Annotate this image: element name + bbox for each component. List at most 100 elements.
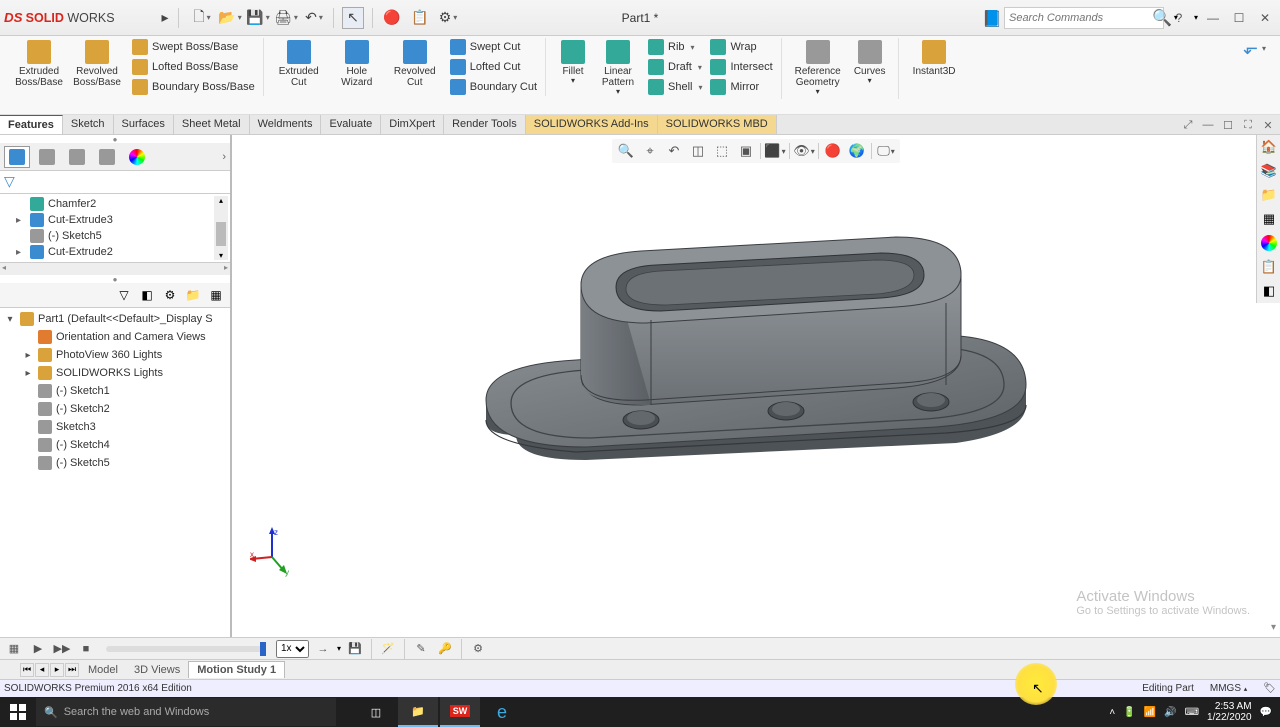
tab-nav-last[interactable]: ⏭ (65, 663, 79, 677)
tree-node[interactable]: ▸SOLIDWORKS Lights (0, 364, 230, 382)
playback-slider[interactable] (106, 646, 266, 652)
hide-show-icon[interactable]: 👁 (794, 141, 814, 161)
tab-evaluate[interactable]: Evaluate (321, 115, 381, 134)
hole-wizard-button[interactable]: Hole Wizard (328, 38, 386, 96)
tab-mbd[interactable]: SOLIDWORKS MBD (658, 115, 777, 134)
tab-model[interactable]: Model (80, 662, 126, 678)
extruded-boss-button[interactable]: Extruded Boss/Base (10, 38, 68, 96)
save-animation-icon[interactable]: 💾 (345, 640, 365, 658)
command-search[interactable]: 🔍 ▾ (1004, 7, 1164, 29)
section-view-icon[interactable]: ◫ (688, 141, 708, 161)
graphics-viewport[interactable]: 🔍 ⌖ ↶ ◫ ⬚ ▣ ⬛ 👁 🔴 🌍 🖵 🏠 📚 📁 ▦ 📋 ◧ (232, 135, 1280, 637)
tray-wifi-icon[interactable]: 📶 (1144, 707, 1156, 718)
tree-node[interactable]: ▸PhotoView 360 Lights (0, 346, 230, 364)
property-manager-tab[interactable] (34, 146, 60, 168)
save-button[interactable]: 💾 (247, 7, 269, 29)
select-button[interactable]: ↖ (342, 7, 364, 29)
home-icon[interactable]: 🏠 (1257, 135, 1280, 159)
forum-icon[interactable]: ◧ (1257, 279, 1280, 303)
display-style-icon[interactable]: ⬛ (765, 141, 785, 161)
tab-nav-prev[interactable]: ◂ (35, 663, 49, 677)
rebuild-button[interactable]: 🔴 (381, 7, 403, 29)
draft-button[interactable]: Draft (646, 58, 704, 76)
tree-node[interactable]: Sketch3 (0, 418, 230, 436)
options-button[interactable]: 📋 (409, 7, 431, 29)
addkey-icon[interactable]: 🔑 (435, 640, 455, 658)
flyout-arrow-icon[interactable]: ▸ (154, 7, 176, 29)
linear-pattern-button[interactable]: Linear Pattern▾ (594, 38, 642, 99)
panel-nav-arrow[interactable]: › (222, 151, 226, 163)
calculate-icon[interactable]: ▦ (4, 640, 24, 658)
edge-taskbar-icon[interactable]: e (482, 697, 522, 727)
tree-item[interactable]: Chamfer2 (0, 196, 230, 212)
tray-volume-icon[interactable]: 🔊 (1164, 707, 1176, 718)
open-doc-button[interactable]: 📂 (219, 7, 241, 29)
horiz-scrollbar[interactable]: ◂▸ (0, 263, 230, 275)
doc-window-close-icon[interactable]: ✕ (1260, 117, 1276, 133)
status-units[interactable]: MMGS ▴ (1210, 683, 1247, 694)
play-start-icon[interactable]: ▶ (28, 640, 48, 658)
doc-window-maximize-icon[interactable]: ⛶ (1240, 117, 1256, 133)
tree-node[interactable]: Orientation and Camera Views (0, 328, 230, 346)
tree-item[interactable]: (-) Sketch5 (0, 228, 230, 244)
tab-sketch[interactable]: Sketch (63, 115, 114, 134)
tab-addins[interactable]: SOLIDWORKS Add-Ins (526, 115, 658, 134)
tree-item[interactable]: ▸Cut-Extrude2 (0, 244, 230, 260)
instant3d-button[interactable]: Instant3D (905, 38, 964, 79)
scrollbar[interactable]: ▴ ▾ (214, 196, 228, 260)
file-explorer-taskbar-icon[interactable]: 📁 (398, 697, 438, 727)
zoom-fit-icon[interactable]: 🔍 (616, 141, 636, 161)
tree-node[interactable]: (-) Sketch1 (0, 382, 230, 400)
solidworks-taskbar-icon[interactable]: SW (440, 697, 480, 727)
boundary-boss-button[interactable]: Boundary Boss/Base (130, 78, 257, 96)
view-orientation-icon[interactable]: ▣ (736, 141, 756, 161)
tab-features[interactable]: Features (0, 115, 63, 134)
tree-node[interactable]: (-) Sketch5 (0, 454, 230, 472)
status-tags-icon[interactable]: 🏷 (1263, 683, 1276, 694)
boundary-cut-button[interactable]: Boundary Cut (448, 78, 539, 96)
playback-speed-select[interactable]: 1x (276, 640, 309, 658)
tray-input-icon[interactable]: ⌨ (1185, 707, 1199, 718)
display-manager-tab[interactable] (124, 146, 150, 168)
dimxpert-manager-tab[interactable] (94, 146, 120, 168)
taskbar-search[interactable]: 🔍Search the web and Windows (36, 698, 336, 726)
configuration-manager-tab[interactable] (64, 146, 90, 168)
tray-battery-icon[interactable]: 🔋 (1123, 707, 1135, 718)
loop-icon[interactable]: → (313, 640, 333, 658)
tab-surfaces[interactable]: Surfaces (114, 115, 174, 134)
edit-appearance-icon[interactable]: 🔴 (823, 141, 843, 161)
filter-mates-icon[interactable]: ⚙ (160, 285, 180, 305)
minimize-button[interactable]: — (1202, 8, 1224, 28)
extruded-cut-button[interactable]: Extruded Cut (270, 38, 328, 96)
tree-node[interactable]: (-) Sketch2 (0, 400, 230, 418)
custom-properties-icon[interactable]: 📋 (1257, 255, 1280, 279)
orientation-triad[interactable]: z x y (250, 527, 300, 577)
design-library-icon[interactable]: 📚 (1257, 159, 1280, 183)
wrap-button[interactable]: Wrap (708, 38, 774, 56)
search-input[interactable] (1009, 12, 1152, 24)
settings-button[interactable]: ⚙ (437, 7, 459, 29)
print-button[interactable]: 🖨 (275, 7, 297, 29)
tree-node[interactable]: (-) Sketch4 (0, 436, 230, 454)
tree-item[interactable]: ▸Cut-Extrude3 (0, 212, 230, 228)
feature-manager-tab[interactable] (4, 146, 30, 168)
view-palette-icon[interactable]: ⬐ (1243, 38, 1258, 59)
tab-weldments[interactable]: Weldments (250, 115, 322, 134)
notifications-icon[interactable]: 💬 (1260, 707, 1272, 718)
file-explorer-icon[interactable]: 📁 (1257, 183, 1280, 207)
tray-expand-icon[interactable]: ˄ (1109, 707, 1115, 718)
revolved-boss-button[interactable]: Revolved Boss/Base (68, 38, 126, 96)
tab-nav-next[interactable]: ▸ (50, 663, 64, 677)
filter-sketches-icon[interactable]: ◧ (137, 285, 157, 305)
filter-icon[interactable]: ▽ (4, 173, 15, 189)
doc-window-minimize-icon[interactable]: — (1200, 117, 1216, 133)
filter-other-icon[interactable]: ▦ (206, 285, 226, 305)
tab-dimxpert[interactable]: DimXpert (381, 115, 444, 134)
apply-scene-icon[interactable]: 🌍 (847, 141, 867, 161)
reference-geometry-button[interactable]: Reference Geometry▾ (788, 38, 848, 99)
new-doc-button[interactable]: 🗋 (191, 7, 213, 29)
stop-icon[interactable]: ■ (76, 640, 96, 658)
filter-features-icon[interactable]: ▽ (114, 285, 134, 305)
rib-button[interactable]: Rib (646, 38, 704, 56)
appearances-icon[interactable] (1261, 235, 1277, 251)
